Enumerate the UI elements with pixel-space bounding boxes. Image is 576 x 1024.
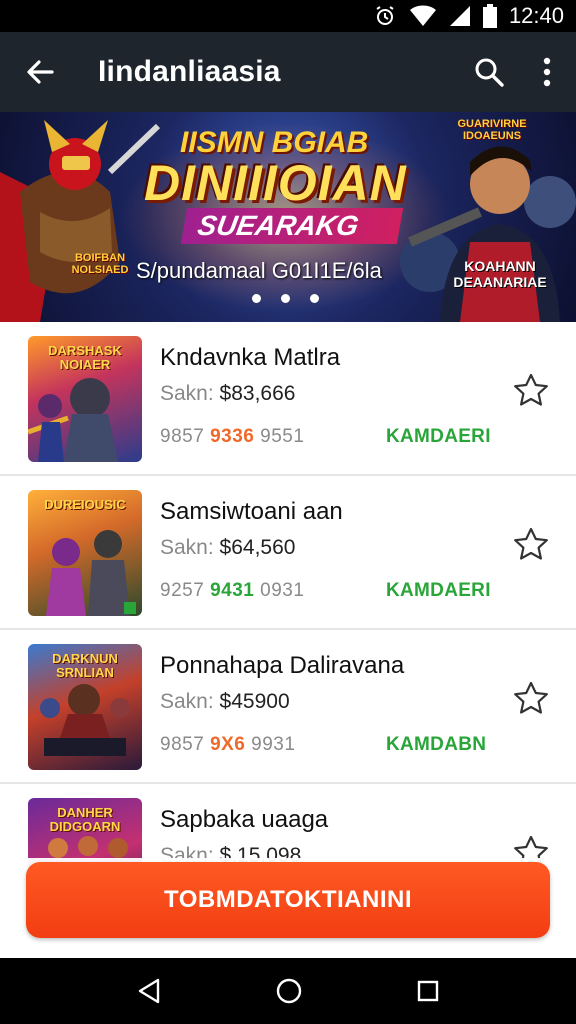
thumbnail-title: DANHER DIDGOARN	[49, 805, 121, 834]
signal-icon	[449, 6, 470, 26]
game-price: Sakn: $83,666	[160, 382, 295, 406]
banner-badge-right: GUARIVIRNE IDOAEUNS	[457, 118, 527, 142]
game-name: Samsiwtoani aan	[160, 498, 343, 525]
circle-home-icon[interactable]	[275, 977, 303, 1005]
banner-caption: S/pundamaal G01I1E/6la	[136, 258, 382, 283]
stat-a: 9857	[160, 426, 205, 447]
hero-right-art	[400, 146, 576, 322]
square-recent-icon[interactable]	[416, 979, 440, 1003]
game-thumbnail: DUREIOUSIC	[28, 490, 142, 616]
stat-b: 9336	[210, 426, 255, 447]
battery-icon	[482, 4, 497, 28]
price-label: Sakn:	[160, 690, 214, 713]
stat-c: 9551	[260, 426, 305, 447]
hero-left-art	[0, 120, 161, 322]
game-price: Sakn: $45900	[160, 690, 290, 714]
game-name: Ponnahapa Daliravana	[160, 652, 405, 679]
primary-action-button[interactable]: TOBMDATOKTIANINI	[26, 862, 550, 938]
thumbnail-title: DUREIOUSIC	[44, 497, 126, 512]
star-outline-icon[interactable]	[512, 680, 550, 718]
list-item[interactable]: DARKNUN SRNLIAN Ponnahapa Daliravana Sak…	[0, 630, 576, 784]
system-nav-bar	[0, 958, 576, 1024]
price-label: Sakn:	[160, 382, 214, 405]
banner-badge-left: BOIFBAN NOLSIAED	[71, 252, 129, 276]
pager-dot[interactable]	[252, 294, 261, 303]
game-name: Kndavnka Matlra	[160, 344, 341, 371]
stat-a: 9857	[160, 734, 205, 755]
list-item[interactable]: DUREIOUSIC Samsiwtoani aan Sakn: $64,560…	[0, 476, 576, 630]
status-tag: KAMDABN	[386, 734, 487, 755]
banner-headline-main: DINIIIOIAN	[144, 155, 407, 211]
promo-banner[interactable]: BOIFBAN NOLSIAED GUARIVIRNE IDOAEUNS KOA…	[0, 112, 576, 322]
price-label: Sakn:	[160, 536, 214, 559]
arrow-left-icon	[27, 60, 54, 84]
alarm-icon	[376, 6, 394, 25]
price-value: $83,666	[219, 382, 296, 405]
stat-b: 9431	[210, 580, 255, 601]
search-button[interactable]	[460, 32, 518, 112]
stat-c: 0931	[260, 580, 305, 601]
banner-pager	[252, 294, 319, 303]
thumbnail-title: DARSHASK NOIAER	[48, 343, 122, 372]
triangle-back-icon[interactable]	[136, 977, 162, 1005]
wifi-icon	[409, 5, 436, 26]
game-name: Sapbaka uaaga	[160, 806, 329, 833]
status-time: 12:40	[508, 3, 564, 28]
status-tag: KAMDAERI	[386, 426, 491, 447]
star-outline-icon[interactable]	[512, 526, 550, 564]
stat-b: 9X6	[210, 734, 246, 755]
app-bar: Iindanliaasia	[0, 32, 576, 112]
game-list: DARSHASK NOIAER Kndavnka Matlra Sakn: $8…	[0, 322, 576, 938]
game-stats: 9257 9431 0931	[160, 580, 304, 602]
page-title: Iindanliaasia	[98, 55, 281, 88]
price-value: $64,560	[219, 536, 296, 559]
game-stats: 9857 9X6 9931	[160, 734, 295, 756]
game-thumbnail: DARSHASK NOIAER	[28, 336, 142, 462]
price-value: $45900	[219, 690, 290, 713]
list-item[interactable]: DARSHASK NOIAER Kndavnka Matlra Sakn: $8…	[0, 322, 576, 476]
game-stats: 9857 9336 9551	[160, 426, 304, 448]
more-options-button[interactable]	[518, 32, 576, 112]
stat-a: 9257	[160, 580, 205, 601]
back-button[interactable]	[0, 32, 80, 112]
more-vert-icon	[543, 57, 551, 87]
game-price: Sakn: $64,560	[160, 536, 295, 560]
search-icon	[475, 58, 504, 87]
star-outline-icon[interactable]	[512, 372, 550, 410]
status-bar: 12:40	[0, 0, 576, 32]
game-thumbnail: DARKNUN SRNLIAN	[28, 644, 142, 770]
thumbnail-title: DARKNUN SRNLIAN	[52, 651, 118, 680]
status-tag: KAMDAERI	[386, 580, 491, 601]
banner-headline-sub: SUEARAKG	[180, 208, 404, 244]
player-badge: KOAHANN DEAANARIAE	[453, 258, 547, 290]
pager-dot-active[interactable]	[281, 294, 290, 303]
stat-c: 9931	[251, 734, 296, 755]
pager-dot[interactable]	[310, 294, 319, 303]
